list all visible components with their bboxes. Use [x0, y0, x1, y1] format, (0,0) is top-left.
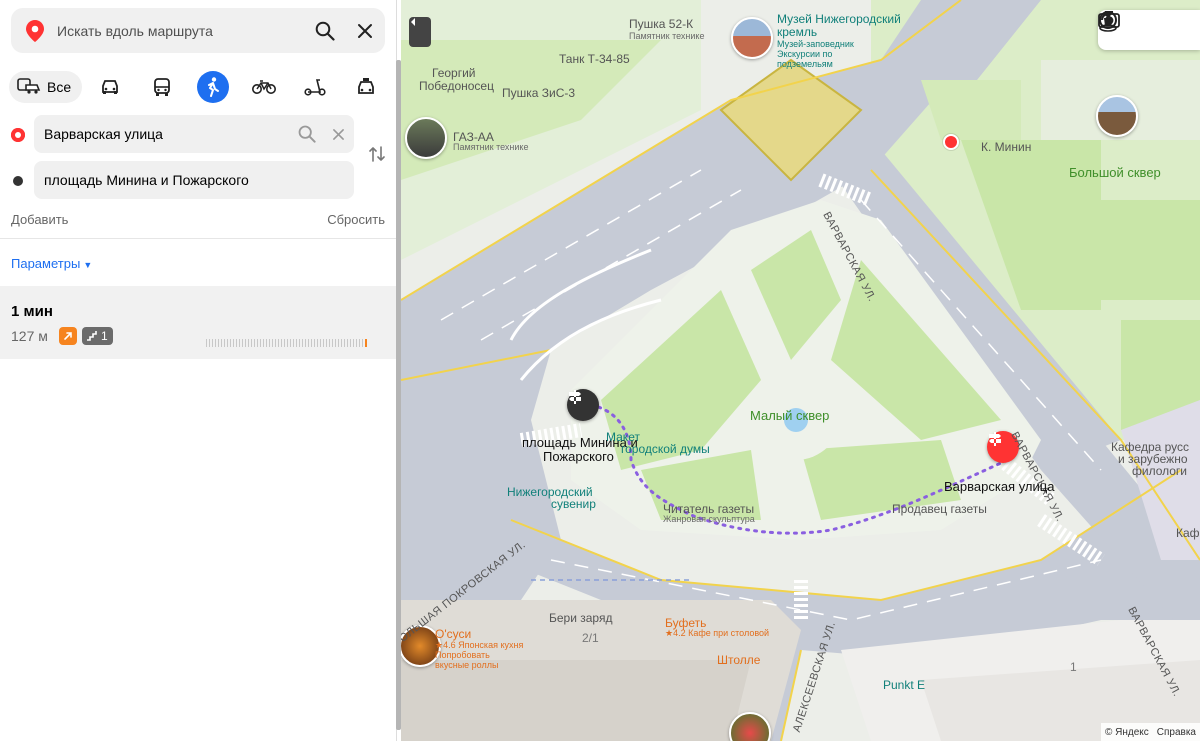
gaz-aa-photo[interactable]	[405, 117, 447, 159]
mode-taxi-button[interactable]	[350, 71, 382, 103]
car-bus-icon	[17, 77, 41, 98]
add-waypoint-button[interactable]: Добавить	[11, 212, 68, 227]
map-label-chitatel-sub: Жанровая скульптура	[663, 514, 755, 524]
help-link[interactable]: Справка	[1157, 727, 1196, 738]
route-search-box[interactable]: Искать вдоль маршрута	[11, 8, 385, 53]
collapse-panel-button[interactable]	[409, 17, 431, 47]
route-duration: 1 мин	[11, 303, 53, 320]
mode-car-button[interactable]	[94, 71, 126, 103]
map-label-prodavec[interactable]: Продавец газеты	[892, 502, 987, 516]
map-label-pushka-zis[interactable]: Пушка ЗиС-3	[502, 86, 575, 100]
route-parameters-dropdown[interactable]: Параметры ▼	[11, 256, 92, 271]
map-label-duma[interactable]: городской думы	[621, 442, 710, 456]
route-parameters-label: Параметры	[11, 256, 81, 271]
signpost-icon	[989, 432, 1001, 446]
close-icon[interactable]	[345, 11, 385, 51]
map-label-pamyatnik-2: Памятник технике	[453, 142, 529, 152]
route-from-field[interactable]: Варварская улица	[34, 115, 354, 153]
minin-location-marker[interactable]	[943, 134, 959, 150]
route-from-value[interactable]: Варварская улица	[44, 126, 292, 142]
map-label-georgiy-2[interactable]: Победоносец	[419, 79, 494, 93]
copyright-text[interactable]: © Яндекс	[1105, 727, 1149, 738]
kremlin-museum-photo[interactable]	[731, 17, 773, 59]
map-label-ploshchad-2[interactable]: Пожарского	[543, 449, 614, 464]
signpost-icon	[569, 390, 581, 404]
search-placeholder[interactable]: Искать вдоль маршрута	[57, 23, 305, 39]
map-label-kafedra-3[interactable]: филологи	[1132, 464, 1187, 478]
route-panel: Искать вдоль маршрута Все Варварская ули…	[0, 0, 397, 741]
swap-direction-icon[interactable]	[366, 143, 388, 165]
mode-scooter-button[interactable]	[299, 71, 331, 103]
search-icon[interactable]	[292, 125, 322, 143]
reset-route-button[interactable]: Сбросить	[327, 212, 385, 227]
map-label-suvenir-2[interactable]: сувенир	[551, 497, 596, 511]
elevation-profile	[206, 339, 367, 347]
map-label-osushi-sub-3: вкусные роллы	[435, 660, 499, 670]
elevation-profile-end	[365, 339, 367, 347]
map-layer-toolbar	[1098, 10, 1200, 50]
map-label-shtolle[interactable]: Штолле	[717, 653, 760, 667]
mode-all-label: Все	[47, 79, 72, 95]
mode-all-button[interactable]: Все	[9, 71, 83, 103]
route-to-value[interactable]: площадь Минина и Пожарского	[44, 172, 354, 188]
stairs-count: 1	[101, 329, 108, 343]
map-label-beri-zaryad[interactable]: Бери заряд	[549, 611, 612, 625]
route-start-marker-icon	[11, 128, 25, 142]
turn-arrow-icon	[59, 327, 77, 345]
clear-field-icon[interactable]	[322, 128, 354, 140]
route-actions: Добавить Сбросить	[11, 212, 385, 227]
mode-bicycle-button[interactable]	[248, 71, 280, 103]
map-canvas	[401, 0, 1200, 741]
map-label-k-minin[interactable]: К. Минин	[981, 140, 1031, 154]
route-to-field[interactable]: площадь Минина и Пожарского	[34, 161, 354, 199]
photo-camera-icon[interactable]	[1098, 11, 1192, 44]
caret-down-icon: ▼	[83, 260, 93, 270]
map-view[interactable]: Пушка 52-К Памятник технике Танк Т-34-85…	[401, 0, 1200, 741]
stairs-icon	[87, 331, 97, 341]
map-label-building-1: 1	[1070, 660, 1077, 674]
app-root: Искать вдоль маршрута Все Варварская ули…	[0, 0, 1200, 741]
map-label-tank[interactable]: Танк Т-34-85	[559, 52, 630, 66]
map-label-punkt-e[interactable]: Punkt E	[883, 678, 925, 692]
map-label-museum-sub-3: подземельям	[777, 59, 833, 69]
map-label-museum-2[interactable]: кремль	[777, 25, 817, 39]
map-label-pamyatnik-1: Памятник технике	[629, 31, 705, 41]
map-label-bufet-sub: ★4.2 Кафе при столовой	[665, 628, 770, 638]
transport-mode-bar: Все	[9, 70, 389, 104]
route-end-pin[interactable]	[567, 389, 599, 421]
route-result-card[interactable]: 1 мин 127 м 1	[0, 286, 397, 359]
mode-pedestrian-button[interactable]	[197, 71, 230, 103]
map-copyright-bar: © Яндекс Справка	[1100, 723, 1200, 741]
stairs-badge: 1	[82, 327, 113, 345]
mode-bus-button[interactable]	[146, 71, 178, 103]
panorama-person-icon[interactable]	[1099, 11, 1160, 44]
map-label-bolshoy-skver[interactable]: Большой сквер	[1069, 165, 1161, 180]
map-label-varvarskaya-end[interactable]: Варварская улица	[944, 479, 1054, 494]
route-end-marker-icon	[13, 176, 23, 186]
minin-monument-photo[interactable]	[1096, 95, 1138, 137]
search-icon[interactable]	[305, 11, 345, 51]
route-distance: 127 м	[11, 328, 48, 344]
map-label-malyy-skver[interactable]: Малый сквер	[750, 408, 829, 423]
divider	[0, 238, 397, 239]
location-pin-icon	[23, 19, 47, 43]
map-label-kaf-small[interactable]: Каф	[1176, 526, 1200, 540]
map-label-building-2-1: 2/1	[582, 631, 599, 645]
map-label-pushka52k[interactable]: Пушка 52-К	[629, 17, 693, 31]
